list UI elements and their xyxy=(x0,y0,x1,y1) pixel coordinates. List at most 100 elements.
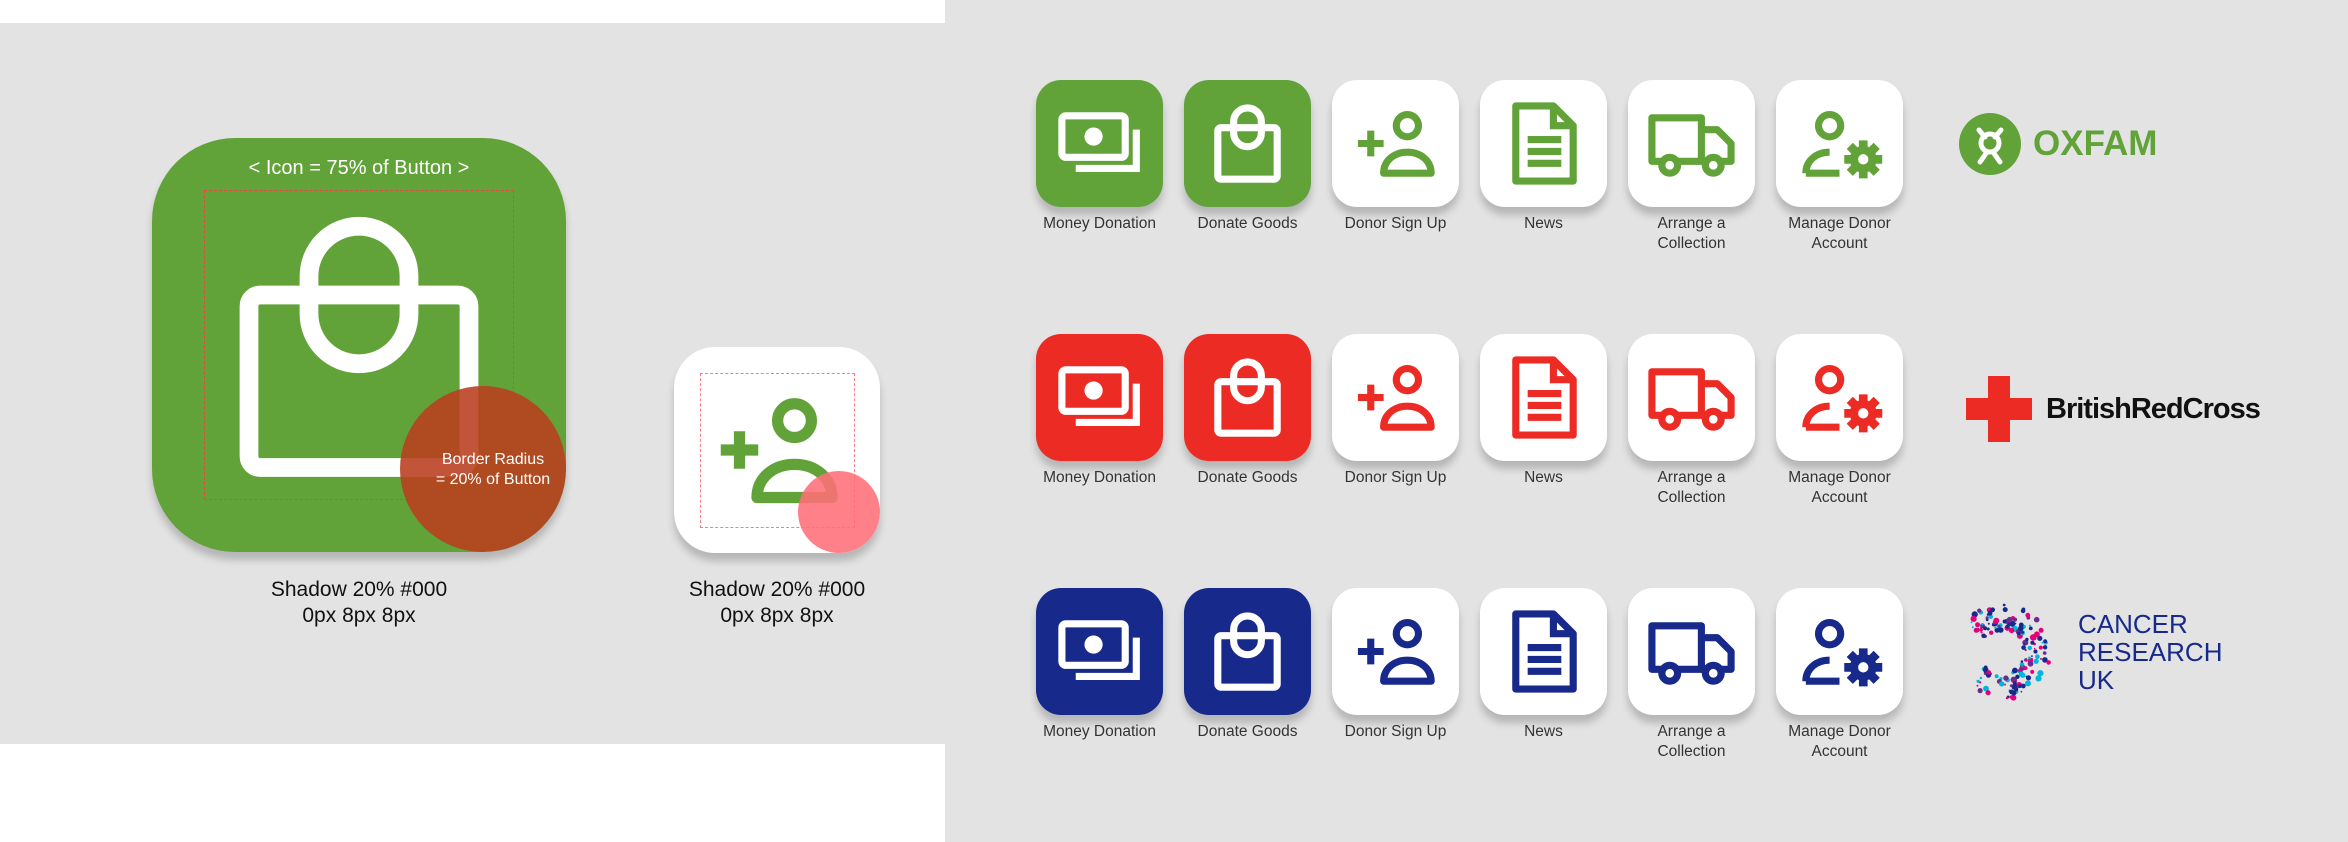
cancer-research-wordmark: CANCER RESEARCH UK xyxy=(2078,610,2222,694)
money-icon xyxy=(1058,366,1140,426)
radius-label-line1: Border Radius xyxy=(441,451,545,468)
icon-tile-label: Donor Sign Up xyxy=(1311,214,1481,234)
icon-tile-news[interactable] xyxy=(1480,588,1607,715)
icon-tile-label-line1: Donor Sign Up xyxy=(1344,469,1447,486)
icon-tile-label: Donate Goods xyxy=(1163,722,1333,742)
news-icon xyxy=(1512,356,1577,439)
news-icon xyxy=(1512,102,1577,185)
wordmark-line2: RESEARCH xyxy=(2078,637,2223,667)
truck-icon xyxy=(1648,114,1735,177)
person-settings-icon xyxy=(1802,365,1883,433)
red-cross-wordmark: BritishRedCross xyxy=(2046,393,2261,425)
icon-tile-shopping-bag[interactable] xyxy=(1184,80,1311,207)
news-icon xyxy=(1512,610,1577,693)
red-cross-symbol-icon xyxy=(1966,376,2032,442)
icon-tile-label-line2: Account xyxy=(1811,743,1868,760)
shadow-caption-large: Shadow 20% #000 0px 8px 8px xyxy=(209,577,509,629)
icon-tile-label: Manage Donor Account xyxy=(1755,722,1925,762)
shadow-caption-line1: Shadow 20% #000 xyxy=(270,578,448,601)
person-settings-icon xyxy=(1802,111,1883,179)
icon-tile-money[interactable] xyxy=(1036,80,1163,207)
icon-tile-label-line1: Arrange a xyxy=(1657,723,1726,740)
icon-tile-label-line1: Manage Donor xyxy=(1788,723,1891,740)
icon-tile-label: Donate Goods xyxy=(1163,468,1333,488)
icon-tile-label-line1: Donor Sign Up xyxy=(1344,215,1447,232)
money-icon xyxy=(1058,620,1140,680)
icon-tile-label: Arrange a Collection xyxy=(1607,722,1777,762)
icon-tile-label: News xyxy=(1459,468,1629,488)
icon-tile-label-line1: Manage Donor xyxy=(1788,215,1891,232)
wordmark-line1: CANCER xyxy=(2078,609,2188,639)
icon-tile-label-line1: Donor Sign Up xyxy=(1344,723,1447,740)
icon-tile-label-line1: Money Donation xyxy=(1043,723,1156,740)
oxfam-symbol-icon xyxy=(1959,113,2021,175)
icon-tile-news[interactable] xyxy=(1480,80,1607,207)
icon-tile-person-add[interactable] xyxy=(1332,80,1459,207)
person-add-icon xyxy=(1357,111,1435,177)
icon-tile-label: Money Donation xyxy=(1015,214,1185,234)
icon-tile-label-line2: Collection xyxy=(1657,743,1726,760)
oxfam-logo: OXFAM xyxy=(1958,112,2198,176)
radius-indicator-circle-small xyxy=(798,471,880,553)
shopping-bag-icon xyxy=(1214,358,1281,437)
icon-tile-label: Donate Goods xyxy=(1163,214,1333,234)
icon-tile-label-line2: Collection xyxy=(1657,489,1726,506)
icon-tile-label-line1: Arrange a xyxy=(1657,469,1726,486)
icon-tile-person-settings[interactable] xyxy=(1776,334,1903,461)
icon-tile-shopping-bag[interactable] xyxy=(1184,588,1311,715)
icon-tile-label-line2: Collection xyxy=(1657,235,1726,252)
shopping-bag-icon xyxy=(1214,104,1281,183)
icon-scale-label: < Icon = 75% of Button > xyxy=(248,157,470,179)
icon-tile-person-add[interactable] xyxy=(1332,334,1459,461)
icon-tile-label: Money Donation xyxy=(1015,722,1185,742)
icon-tile-label: Manage Donor Account xyxy=(1755,214,1925,254)
icon-tile-person-add[interactable] xyxy=(1332,588,1459,715)
icon-tile-label-line1: News xyxy=(1524,723,1563,740)
icon-tile-person-settings[interactable] xyxy=(1776,588,1903,715)
person-settings-icon xyxy=(1802,619,1883,687)
cancer-research-uk-logo: CANCER RESEARCH UK xyxy=(1950,600,2230,704)
icon-tile-label-line1: Money Donation xyxy=(1043,215,1156,232)
icon-tile-label: Arrange a Collection xyxy=(1607,214,1777,254)
icon-tile-label-line1: Arrange a xyxy=(1657,215,1726,232)
icon-tile-shopping-bag[interactable] xyxy=(1184,334,1311,461)
icon-tile-money[interactable] xyxy=(1036,588,1163,715)
icon-tile-label-line2: Account xyxy=(1811,235,1868,252)
icon-tile-label-line1: Money Donation xyxy=(1043,469,1156,486)
icon-tile-label-line1: Donate Goods xyxy=(1197,469,1298,486)
icon-tile-label-line1: Manage Donor xyxy=(1788,469,1891,486)
shopping-bag-icon xyxy=(1214,612,1281,691)
icon-tile-label: Money Donation xyxy=(1015,468,1185,488)
truck-icon xyxy=(1648,622,1735,685)
icon-tile-money[interactable] xyxy=(1036,334,1163,461)
icon-tile-label-line2: Account xyxy=(1811,489,1868,506)
icon-tile-person-settings[interactable] xyxy=(1776,80,1903,207)
shadow-caption-line2: 0px 8px 8px xyxy=(302,604,416,627)
radius-label-line2: = 20% of Button xyxy=(435,471,551,488)
person-add-icon xyxy=(1357,619,1435,685)
icon-tile-label: Donor Sign Up xyxy=(1311,722,1481,742)
icon-tile-news[interactable] xyxy=(1480,334,1607,461)
icon-tile-label-line1: News xyxy=(1524,215,1563,232)
icon-tile-label: Manage Donor Account xyxy=(1755,468,1925,508)
small-spec-button xyxy=(674,347,880,553)
icon-tile-label-line1: Donate Goods xyxy=(1197,723,1298,740)
icon-tile-label: Arrange a Collection xyxy=(1607,468,1777,508)
icon-tile-label: News xyxy=(1459,214,1629,234)
icon-tile-label-line1: News xyxy=(1524,469,1563,486)
shadow-caption-small: Shadow 20% #000 0px 8px 8px xyxy=(627,577,927,629)
icon-tile-truck[interactable] xyxy=(1628,80,1755,207)
icon-tile-truck[interactable] xyxy=(1628,334,1755,461)
icon-tile-truck[interactable] xyxy=(1628,588,1755,715)
truck-icon xyxy=(1648,368,1735,431)
icon-tile-label: Donor Sign Up xyxy=(1311,468,1481,488)
money-icon xyxy=(1058,112,1140,172)
red-cross-logo: BritishRedCross xyxy=(1966,376,2286,442)
person-add-icon xyxy=(1357,365,1435,431)
shadow-caption-line2: 0px 8px 8px xyxy=(720,604,834,627)
radius-label: Border Radius = 20% of Button xyxy=(418,450,568,490)
oxfam-wordmark: OXFAM xyxy=(2033,124,2158,163)
icon-tile-label-line1: Donate Goods xyxy=(1197,215,1298,232)
shadow-caption-line1: Shadow 20% #000 xyxy=(688,578,866,601)
wordmark-line3: UK xyxy=(2078,665,2115,695)
